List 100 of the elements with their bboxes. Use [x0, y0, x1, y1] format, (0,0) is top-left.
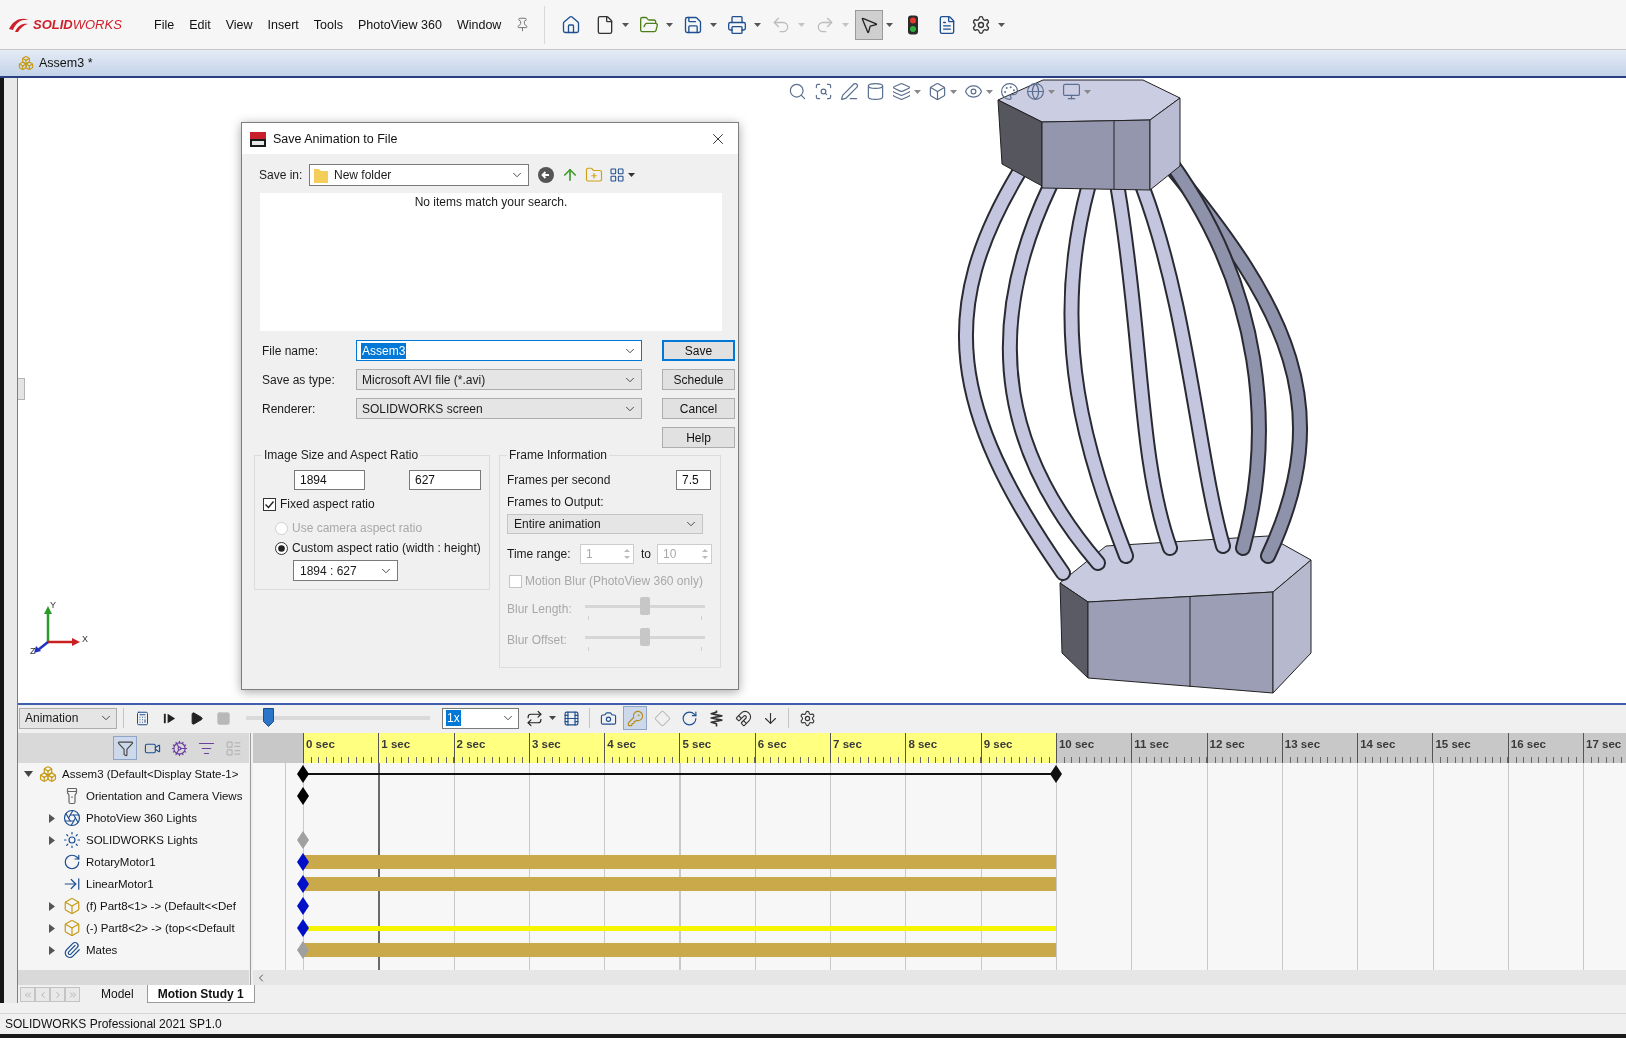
slider-label: Blur Length:	[507, 602, 573, 616]
cylinder-icon[interactable]	[866, 82, 885, 101]
triangle-right-icon[interactable]	[49, 901, 55, 911]
folder-icon	[314, 167, 328, 183]
select-button[interactable]	[855, 9, 884, 40]
dropdown-triangle-icon[interactable]	[666, 22, 674, 27]
diamond-key-icon[interactable]	[297, 897, 309, 915]
width-input[interactable]: 1894	[294, 470, 365, 490]
open-folder-icon	[639, 14, 660, 35]
layers-icon[interactable]	[892, 82, 911, 101]
tree-item[interactable]: PhotoView 360 Lights	[86, 812, 198, 824]
dialog-button[interactable]: Save	[662, 340, 735, 361]
app-icon	[249, 129, 267, 148]
magnet-icon	[734, 709, 752, 727]
field-label: Save in:	[259, 168, 303, 182]
eye-icon[interactable]	[964, 82, 983, 101]
dropdown[interactable]: SOLIDWORKS screen	[356, 398, 642, 419]
menu-item[interactable]: File	[154, 15, 175, 34]
dialog-button[interactable]: Cancel	[662, 398, 735, 419]
tree-item[interactable]: (-) Part8<2> -> (top<<Default	[86, 922, 235, 934]
home-icon	[561, 14, 582, 35]
ruler-segment: 9 sec	[980, 733, 1056, 763]
menu-item[interactable]: View	[225, 15, 253, 34]
checkbox-label: Motion Blur (PhotoView 360 only)	[525, 574, 703, 588]
ruler-segment: 6 sec	[754, 733, 831, 763]
menu-item[interactable]: Tools	[313, 15, 344, 34]
time-slider-thumb[interactable]	[263, 708, 275, 727]
triangle-down-icon[interactable]	[23, 771, 33, 777]
checkbox[interactable]	[263, 497, 276, 511]
diamond-key-icon[interactable]	[297, 787, 309, 805]
diamond-key-icon[interactable]	[297, 875, 309, 893]
diamond-key-icon[interactable]	[297, 919, 309, 937]
menu-item[interactable]: PhotoView 360	[358, 15, 442, 34]
save-in-dropdown[interactable]: New folder	[309, 164, 529, 186]
fps-input[interactable]: 7.5	[676, 470, 711, 490]
playback-speed-dropdown[interactable]: 1x	[442, 707, 519, 729]
dropdown-triangle-icon[interactable]	[628, 173, 635, 177]
menu-item[interactable]: Edit	[189, 15, 211, 34]
ruler-segment: 5 sec	[679, 733, 755, 763]
arrow-to-line-icon	[63, 875, 81, 893]
ruler-segment: 4 sec	[604, 733, 680, 763]
tree-item[interactable]: LinearMotor1	[86, 878, 154, 890]
menu-item[interactable]: Insert	[267, 15, 299, 34]
filter-animated-button[interactable]	[113, 736, 137, 760]
calculator-icon	[134, 710, 150, 726]
rotate-arrow-icon	[63, 853, 81, 871]
tab[interactable]: Model	[90, 985, 145, 1003]
triangle-right-icon[interactable]	[49, 945, 55, 955]
tree-item[interactable]: RotaryMotor1	[86, 856, 156, 868]
ruler-segment: 7 sec	[830, 733, 906, 763]
pin-icon[interactable]	[515, 17, 531, 32]
ruler-segment: 15 sec	[1432, 733, 1508, 763]
globe-icon[interactable]	[1026, 82, 1045, 101]
tree-item[interactable]: Orientation and Camera Views	[86, 790, 243, 802]
sun-icon	[63, 831, 81, 849]
panel-handle[interactable]	[18, 378, 25, 400]
chevron-icon	[67, 989, 78, 1000]
diamond-key-icon[interactable]	[297, 765, 309, 783]
triangle-right-icon[interactable]	[49, 813, 55, 823]
pen-icon[interactable]	[840, 82, 859, 101]
triangle-right-icon[interactable]	[49, 923, 55, 933]
ruler-segment: 8 sec	[905, 733, 981, 763]
grid-view-icon[interactable]	[609, 167, 625, 183]
boxes-icon	[18, 55, 34, 71]
triangle-right-icon[interactable]	[49, 835, 55, 845]
dropdown[interactable]: Microsoft AVI file (*.avi)	[356, 369, 642, 390]
dropdown-triangle-icon[interactable]	[754, 22, 762, 27]
height-input[interactable]: 627	[409, 470, 481, 490]
frames-output-dropdown[interactable]: Entire animation	[507, 514, 703, 534]
logo-wordmark: SOLIDWORKS	[33, 17, 122, 32]
tree-item[interactable]: Mates	[86, 944, 118, 956]
search-icon[interactable]	[788, 82, 807, 101]
dropdown-triangle-icon[interactable]	[549, 716, 556, 720]
field-label: Frames to Output:	[507, 495, 604, 509]
field-label: Frames per second	[507, 473, 611, 487]
cube-icon[interactable]	[928, 82, 947, 101]
file-name-combobox[interactable]: Assem3	[356, 340, 642, 361]
dropdown-triangle-icon[interactable]	[886, 22, 894, 27]
tree-item[interactable]: SOLIDWORKS Lights	[86, 834, 198, 846]
study-type-dropdown[interactable]: Animation	[19, 707, 117, 729]
radio-button[interactable]	[275, 541, 288, 555]
zoom-area-icon[interactable]	[814, 82, 833, 101]
dialog-button[interactable]: Help	[662, 427, 735, 448]
film-icon	[562, 709, 580, 727]
diamond-key-icon[interactable]	[297, 853, 309, 871]
tab[interactable]: Motion Study 1	[146, 985, 255, 1003]
palette-icon[interactable]	[1000, 82, 1019, 101]
tree-item[interactable]: Assem3 (Default<Display State-1>	[62, 768, 239, 780]
monitor-icon[interactable]	[1062, 82, 1081, 101]
document-tab[interactable]: Assem3 *	[14, 52, 99, 74]
horizontal-scrollbar[interactable]	[253, 970, 1626, 985]
dropdown-triangle-icon[interactable]	[622, 22, 630, 27]
menu-item[interactable]: Window	[456, 15, 502, 34]
dropdown-triangle-icon[interactable]	[998, 22, 1006, 27]
printer-icon	[727, 14, 748, 35]
tree-item[interactable]: (f) Part8<1> -> (Default<<Def	[86, 900, 236, 912]
dialog-button[interactable]: Schedule	[662, 369, 735, 390]
radio-label: Use camera aspect ratio	[292, 521, 423, 535]
dropdown-triangle-icon[interactable]	[710, 22, 718, 27]
aspect-ratio-dropdown[interactable]: 1894 : 627	[293, 560, 398, 581]
